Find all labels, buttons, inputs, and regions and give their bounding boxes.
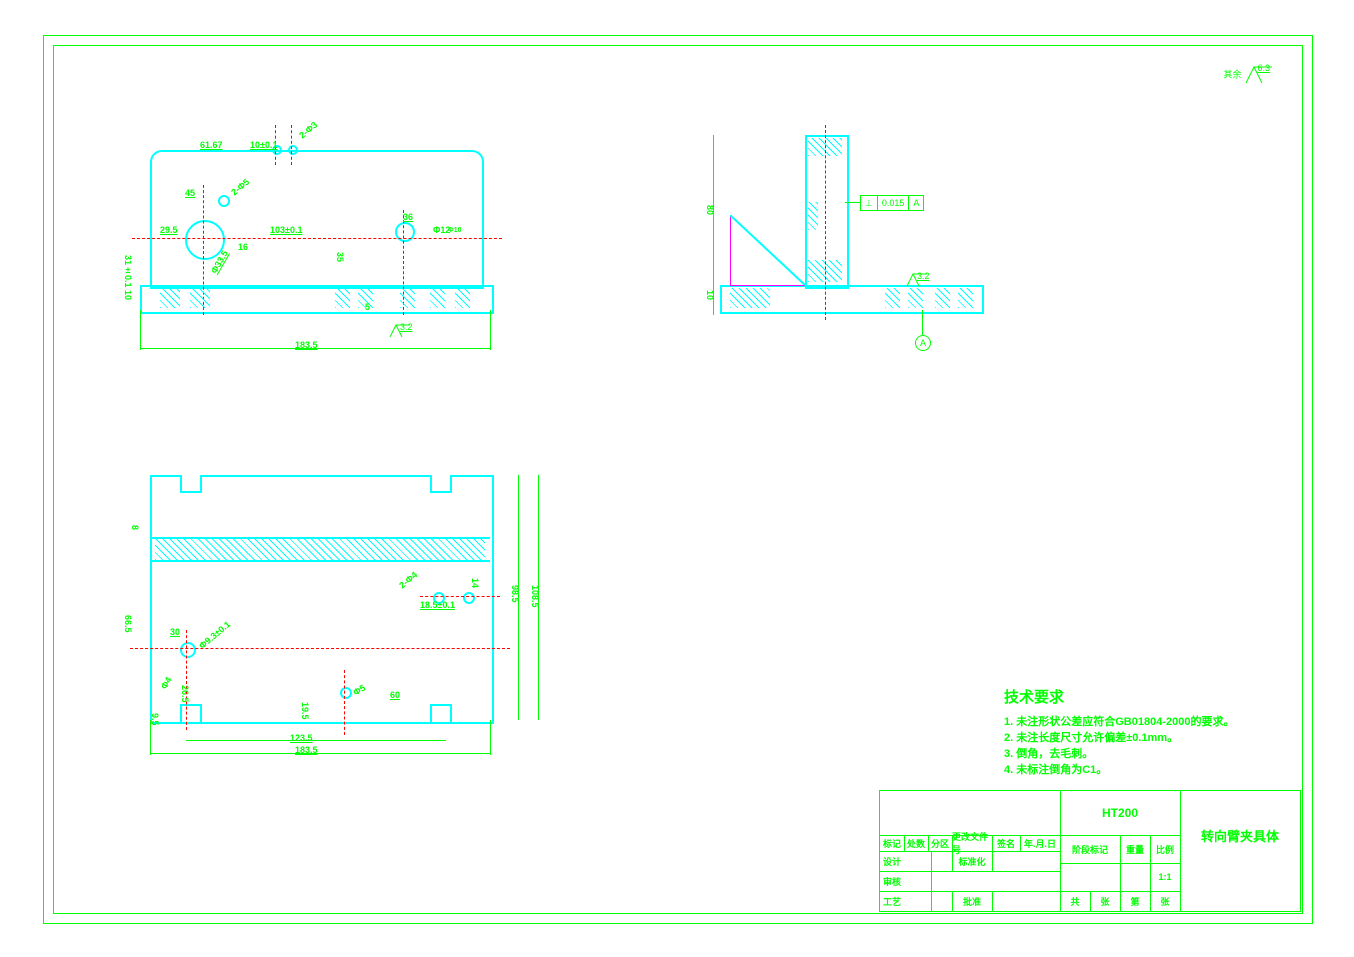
dim-123-5: 123.5 bbox=[290, 733, 313, 743]
tb-s2: 张 bbox=[1090, 891, 1121, 911]
dim-31: 31±0.1 bbox=[123, 255, 133, 288]
dim-61-67: 61.67 bbox=[200, 140, 223, 150]
dim-60: 60 bbox=[390, 690, 400, 700]
gdt-tol: 0.015 bbox=[878, 196, 910, 210]
tb-r3: 工艺 bbox=[880, 891, 932, 911]
side-view: 80 10 ⊥ 0.015 A 3.2 A bbox=[720, 130, 1000, 360]
tech-req-2: 2. 未注长度尺寸允许偏差±0.1mm。 bbox=[1004, 729, 1274, 745]
tb-h4: 更改文件号 bbox=[952, 835, 993, 852]
tb-m1: 阶段标记 bbox=[1060, 835, 1121, 864]
dim-103: 103±0.1 bbox=[270, 225, 302, 235]
dim-19-5: 19.5 bbox=[300, 702, 310, 720]
datum-a: A bbox=[915, 335, 931, 351]
technical-requirements: 技术要求 1. 未注形状公差应符合GB01804-2000的要求。 2. 未注长… bbox=[1004, 686, 1274, 777]
gdt-sym: ⊥ bbox=[861, 196, 878, 210]
tech-req-3: 3. 倒角，去毛刺。 bbox=[1004, 745, 1274, 761]
gdt-datum: A bbox=[909, 196, 923, 210]
dim-26-5: 26.5 bbox=[180, 685, 190, 703]
sf-3-2-front: 3.2 bbox=[388, 323, 410, 341]
dim-10pm: 10±0.1 bbox=[250, 140, 277, 150]
tech-req-1: 1. 未注形状公差应符合GB01804-2000的要求。 bbox=[1004, 713, 1274, 729]
tech-req-4: 4. 未标注倒角为C1。 bbox=[1004, 761, 1274, 777]
tb-r2: 审核 bbox=[880, 871, 932, 892]
global-surface-finish: 其余 6.3 bbox=[1223, 65, 1274, 85]
dim-30: 30 bbox=[170, 627, 180, 637]
dim-35: 35 bbox=[335, 252, 345, 262]
dim-9-5: 9.5 bbox=[150, 713, 160, 726]
dim-45: 45 bbox=[185, 188, 195, 198]
dim-phi10: Φ10 bbox=[448, 227, 462, 234]
tb-m3: 比例 bbox=[1150, 835, 1181, 864]
sf-label: 其余 bbox=[1223, 69, 1241, 79]
tb-s1: 共 bbox=[1060, 891, 1091, 911]
sf-value: 6.3 bbox=[1257, 63, 1270, 73]
dim-10b: 10 bbox=[123, 290, 133, 300]
dim-18-5: 18.5±0.1 bbox=[420, 600, 455, 610]
title-block: HT200 转向臂夹具体 标记 处数 分区 更改文件号 签名 年.月.日 设计 … bbox=[879, 790, 1301, 912]
tb-s3: 第 bbox=[1120, 891, 1151, 911]
tb-s4: 张 bbox=[1150, 891, 1181, 911]
dim-36: 36 bbox=[403, 212, 413, 222]
tb-c1: 标准化 bbox=[952, 851, 993, 872]
tb-h2: 处数 bbox=[904, 835, 929, 852]
tech-req-title: 技术要求 bbox=[1004, 686, 1274, 707]
dim-8: 8 bbox=[130, 525, 140, 530]
sf-3-2-side: 3.2 bbox=[905, 272, 927, 290]
dim-66-5: 66.5 bbox=[123, 615, 133, 633]
tb-h1: 标记 bbox=[880, 835, 905, 852]
tb-c2: 批准 bbox=[952, 891, 993, 911]
tb-h3: 分区 bbox=[928, 835, 953, 852]
plan-view: 8 2-Φ4 14 18.5±0.1 98.5 108.5 66.5 30 Φ9… bbox=[140, 470, 560, 750]
dim-16: 16 bbox=[238, 242, 248, 252]
tb-r1: 设计 bbox=[880, 851, 932, 872]
dim-5: 5 bbox=[365, 302, 370, 312]
tb-h5: 签名 bbox=[992, 835, 1021, 852]
dim-14: 14 bbox=[470, 578, 480, 588]
tb-m4: 1:1 bbox=[1150, 863, 1181, 892]
tb-part-name: 转向臂夹具体 bbox=[1180, 791, 1301, 879]
tb-material: HT200 bbox=[1060, 791, 1181, 836]
tb-h6: 年.月.日 bbox=[1020, 835, 1061, 852]
dim-29-5: 29.5 bbox=[160, 225, 178, 235]
front-view: 61.67 10±0.1 2-Φ3 45 2-Φ5 29.5 103±0.1 3… bbox=[140, 130, 500, 360]
tb-m2: 重量 bbox=[1120, 835, 1151, 864]
gdt-frame: ⊥ 0.015 A bbox=[860, 195, 924, 211]
